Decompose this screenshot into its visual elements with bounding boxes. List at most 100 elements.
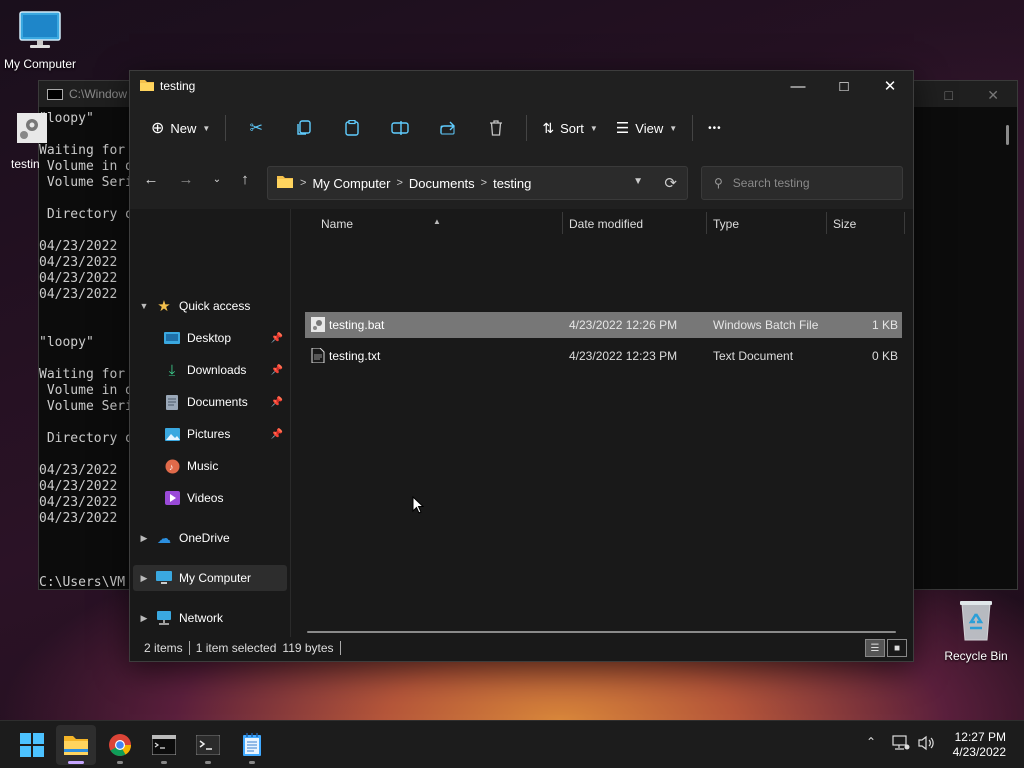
folder-icon [276, 175, 294, 192]
file-row[interactable]: testing.bat 4/23/2022 12:26 PM Windows B… [305, 312, 902, 338]
maximize-button[interactable]: □ [821, 71, 867, 101]
folder-icon [139, 78, 155, 95]
column-header-name[interactable]: Name [321, 217, 353, 231]
sort-ascending-icon: ▲ [433, 217, 441, 226]
start-button[interactable] [12, 725, 52, 765]
sidebar-item-quick-access[interactable]: ▼ ★ Quick access [133, 293, 287, 319]
console-file-icon [15, 111, 49, 148]
close-button[interactable]: ✕ [867, 71, 913, 101]
delete-button[interactable] [472, 112, 520, 144]
console-maximize-button[interactable]: □ [945, 87, 953, 103]
sidebar-item-my-computer[interactable]: ▶ My Computer [133, 565, 287, 591]
file-row[interactable]: testing.txt 4/23/2022 12:23 PM Text Docu… [305, 343, 902, 369]
column-header-date[interactable]: Date modified [569, 217, 643, 231]
rename-icon [391, 121, 410, 135]
console-title: C:\Window [69, 87, 128, 101]
cut-button[interactable]: ✂ [232, 112, 280, 144]
details-view-button[interactable]: ☰ [865, 639, 885, 657]
network-status-icon[interactable] [892, 735, 910, 754]
chevron-right-icon[interactable]: ▶ [133, 533, 155, 544]
copy-button[interactable] [280, 112, 328, 144]
sidebar-item-network[interactable]: ▶ Network [133, 605, 287, 631]
rename-button[interactable] [376, 112, 424, 144]
sidebar-item-onedrive[interactable]: ▶ ☁ OneDrive [133, 525, 287, 551]
desktop-icon-label: My Computer [3, 57, 77, 71]
toolbar-separator [225, 115, 227, 141]
desktop-icon-label: Recycle Bin [944, 649, 1008, 663]
taskbar-file-explorer[interactable] [56, 725, 96, 765]
chevron-right-icon[interactable]: ▶ [133, 573, 155, 584]
status-bar: 2 items 1 item selected 119 bytes ☰ ■ [130, 635, 913, 661]
navigation-bar: ← → ⌄ ↑ > My Computer > Documents > test… [130, 155, 913, 209]
chevron-right-icon: > [300, 177, 307, 189]
status-divider [339, 641, 341, 655]
batch-file-icon [311, 317, 325, 332]
sort-icon: ⇅ [542, 119, 555, 136]
show-hidden-icons-button[interactable]: ⌃ [866, 735, 876, 749]
desktop-icon-my-computer[interactable]: My Computer [2, 10, 78, 71]
up-button[interactable]: ↑ [234, 171, 256, 188]
refresh-button[interactable]: ⟳ [664, 174, 677, 192]
breadcrumb-documents[interactable]: Documents [409, 176, 475, 191]
chevron-down-icon[interactable]: ▼ [133, 301, 155, 311]
console-scrollbar[interactable] [1006, 125, 1009, 145]
column-divider[interactable] [826, 212, 827, 234]
address-bar[interactable]: > My Computer > Documents > testing ▼ ⟳ [267, 166, 688, 200]
start-icon [20, 733, 44, 757]
taskbar: ⌃ 12:27 PM 4/23/2022 [0, 720, 1024, 768]
system-clock[interactable]: 12:27 PM 4/23/2022 [953, 730, 1006, 760]
console-output: "loopy" Waiting for Volume in d Volume S… [39, 111, 133, 590]
console-icon [47, 88, 63, 100]
minimize-button[interactable]: — [775, 71, 821, 101]
share-button[interactable] [424, 112, 472, 144]
taskbar-notepad[interactable] [232, 725, 272, 765]
taskbar-chrome[interactable] [100, 725, 140, 765]
chevron-down-icon: ▼ [589, 123, 598, 133]
chevron-down-icon: ▼ [669, 123, 678, 133]
more-options-button[interactable]: ••• [699, 112, 731, 144]
status-selection: 1 item selected [195, 641, 277, 655]
status-divider [188, 641, 190, 655]
column-header-type[interactable]: Type [713, 217, 739, 231]
desktop-icon-recycle-bin[interactable]: Recycle Bin [940, 596, 1012, 663]
search-box[interactable]: ⚲ Search testing [701, 166, 903, 200]
chevron-right-icon: > [480, 177, 488, 189]
horizontal-scrollbar[interactable] [307, 631, 896, 633]
column-header-size[interactable]: Size [833, 217, 856, 231]
taskbar-terminal[interactable] [188, 725, 228, 765]
address-dropdown-button[interactable]: ▼ [633, 176, 643, 187]
taskbar-command-prompt[interactable] [144, 725, 184, 765]
search-icon: ⚲ [714, 176, 723, 190]
chevron-right-icon[interactable]: ▶ [133, 613, 155, 624]
view-button[interactable]: ☰ View ▼ [607, 112, 686, 144]
sidebar-item-videos[interactable]: Videos [133, 485, 287, 511]
new-button[interactable]: ⊕ New ▼ [142, 112, 219, 144]
column-divider[interactable] [706, 212, 707, 234]
large-icons-view-button[interactable]: ■ [887, 639, 907, 657]
breadcrumb-testing[interactable]: testing [493, 176, 531, 191]
trash-icon [490, 120, 503, 136]
sidebar-item-pictures[interactable]: Pictures 📌 [133, 421, 287, 447]
file-list: ▲ Name Date modified Type Size testing.b… [291, 209, 913, 637]
text-file-icon [311, 348, 325, 363]
console-close-button[interactable]: ✕ [987, 87, 999, 104]
toolbar-separator [692, 115, 694, 141]
sort-button[interactable]: ⇅ Sort ▼ [533, 112, 607, 144]
sidebar-item-downloads[interactable]: ⤓ Downloads 📌 [133, 357, 287, 383]
breadcrumb-my-computer[interactable]: My Computer [312, 176, 390, 191]
clipboard-icon [345, 120, 360, 136]
video-icon [163, 490, 181, 506]
back-button[interactable]: ← [140, 171, 162, 188]
column-divider[interactable] [904, 212, 905, 234]
paste-button[interactable] [328, 112, 376, 144]
recent-locations-button[interactable]: ⌄ [206, 174, 228, 185]
file-explorer-window[interactable]: testing — □ ✕ ⊕ New ▼ ✂ ⇅ Sort ▼ ☰ View … [129, 70, 914, 662]
volume-icon[interactable] [918, 735, 936, 754]
recycle-bin-icon [940, 596, 1012, 645]
sidebar-item-desktop[interactable]: Desktop 📌 [133, 325, 287, 351]
console-file-label: testin [11, 157, 40, 171]
column-divider[interactable] [562, 212, 563, 234]
sidebar-item-music[interactable]: ♪ Music [133, 453, 287, 479]
forward-button[interactable]: → [175, 171, 197, 188]
sidebar-item-documents[interactable]: Documents 📌 [133, 389, 287, 415]
